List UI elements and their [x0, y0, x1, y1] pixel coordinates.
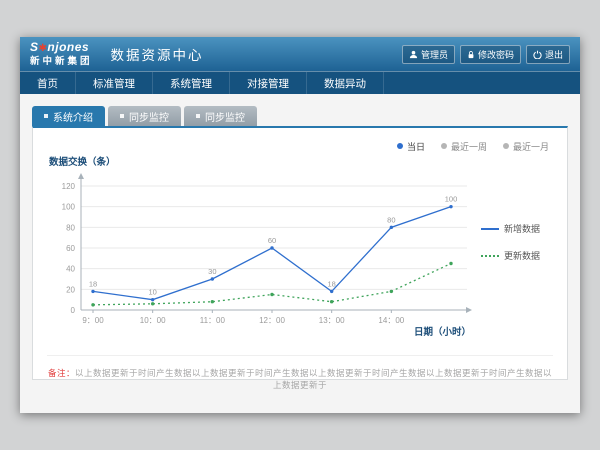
svg-text:14：00: 14：00 [378, 316, 404, 325]
svg-text:100: 100 [62, 203, 76, 212]
svg-text:10：00: 10：00 [140, 316, 166, 325]
legend-item-new-data[interactable]: 新增数据 [481, 222, 540, 235]
footnote-text: 以上数据更新于时间产生数据以上数据更新于时间产生数据以上数据更新于时间产生数据以… [75, 368, 552, 390]
chart-row: 0 20 40 60 80 100 120 9：00 10：00 11：00 12：00 13：00 1… [47, 170, 553, 347]
app-window: S✱njones 新中新集团 数据资源中心 管理员 修改密码 退出 首页 标准管… [20, 37, 580, 413]
change-password-button[interactable]: 修改密码 [460, 45, 521, 64]
filter-label: 最近一月 [513, 140, 549, 153]
blue-line-sample-icon [481, 228, 499, 230]
svg-text:18: 18 [89, 279, 97, 288]
tab-sync-monitor-1[interactable]: 同步监控 [108, 106, 181, 126]
svg-text:12：00: 12：00 [259, 316, 285, 325]
legend-item-update-data[interactable]: 更新数据 [481, 249, 540, 262]
tab-sync-monitor-2[interactable]: 同步监控 [184, 106, 257, 126]
svg-text:40: 40 [66, 265, 75, 274]
radio-dot-icon [503, 143, 509, 149]
filter-legend: 当日 最近一周 最近一月 [47, 136, 553, 152]
svg-text:80: 80 [66, 223, 75, 232]
footnote: 备注：以上数据更新于时间产生数据以上数据更新于时间产生数据以上数据更新于时间产生… [47, 355, 553, 391]
logout-label: 退出 [545, 48, 563, 61]
tab-bar: 系统介绍 同步监控 同步监控 [32, 106, 568, 126]
svg-text:100: 100 [445, 195, 458, 204]
svg-text:10: 10 [148, 288, 156, 297]
nav-item-data-change[interactable]: 数据异动 [307, 72, 384, 94]
user-icon [409, 50, 418, 59]
desktop-background: { "colors": { "accent": "#2878ad", "head… [0, 0, 600, 450]
lock-icon [467, 50, 475, 59]
brand-logo: S✱njones 新中新集团 [30, 41, 93, 67]
svg-text:20: 20 [66, 285, 75, 294]
filter-label: 最近一周 [451, 140, 487, 153]
svg-text:60: 60 [66, 244, 75, 253]
svg-text:30: 30 [208, 267, 216, 276]
change-password-label: 修改密码 [478, 48, 514, 61]
main-nav: 首页 标准管理 系统管理 对接管理 数据异动 [20, 71, 580, 94]
header-actions: 管理员 修改密码 退出 [402, 45, 570, 64]
legend-label: 更新数据 [504, 249, 540, 262]
power-icon [533, 50, 542, 59]
svg-text:11：00: 11：00 [200, 316, 226, 325]
content-area: 系统介绍 同步监控 同步监控 当日 最近一周 [20, 94, 580, 413]
tab-system-intro[interactable]: 系统介绍 [32, 106, 105, 126]
nav-item-system-mgmt[interactable]: 系统管理 [153, 72, 230, 94]
tab-label: 系统介绍 [53, 109, 93, 124]
radio-dot-icon [441, 143, 447, 149]
admin-user-label: 管理员 [421, 48, 448, 61]
logout-button[interactable]: 退出 [526, 45, 570, 64]
svg-text:60: 60 [268, 236, 276, 245]
tab-square-icon [196, 114, 200, 118]
brand-logo-subtitle: 新中新集团 [30, 57, 93, 67]
svg-text:18: 18 [327, 279, 335, 288]
tab-label: 同步监控 [205, 109, 245, 124]
green-dotted-line-sample-icon [481, 255, 499, 257]
admin-user-button[interactable]: 管理员 [402, 45, 455, 64]
brand-logo-text: S✱njones [30, 41, 93, 54]
svg-text:9：00: 9：00 [82, 316, 104, 325]
svg-text:0: 0 [71, 306, 76, 315]
legend-label: 新增数据 [504, 222, 540, 235]
exchange-line-chart: 0 20 40 60 80 100 120 9：00 10：00 11：00 12：00 13：00 1… [47, 170, 477, 347]
app-header: S✱njones 新中新集团 数据资源中心 管理员 修改密码 退出 [20, 37, 580, 71]
radio-dot-icon [397, 143, 403, 149]
tab-square-icon [44, 114, 48, 118]
footnote-prefix: 备注： [48, 368, 75, 378]
nav-item-standard-mgmt[interactable]: 标准管理 [76, 72, 153, 94]
page-title: 数据资源中心 [111, 44, 204, 64]
tab-square-icon [120, 114, 124, 118]
series-legend: 新增数据 更新数据 [477, 170, 540, 262]
tab-label: 同步监控 [129, 109, 169, 124]
filter-label: 当日 [407, 140, 425, 153]
svg-text:13：00: 13：00 [319, 316, 345, 325]
filter-last-week[interactable]: 最近一周 [441, 140, 487, 152]
y-axis-label: 数据交换（条） [49, 154, 553, 168]
svg-text:120: 120 [62, 182, 76, 191]
chart-panel: 当日 最近一周 最近一月 数据交换（条） 0 20 40 60 80 100 120 9：00… [32, 126, 568, 380]
nav-item-home[interactable]: 首页 [20, 72, 76, 94]
nav-item-connect-mgmt[interactable]: 对接管理 [230, 72, 307, 94]
svg-text:80: 80 [387, 215, 395, 224]
filter-today[interactable]: 当日 [397, 140, 425, 152]
filter-last-month[interactable]: 最近一月 [503, 140, 549, 152]
x-axis-label: 日期（小时） [414, 324, 471, 338]
